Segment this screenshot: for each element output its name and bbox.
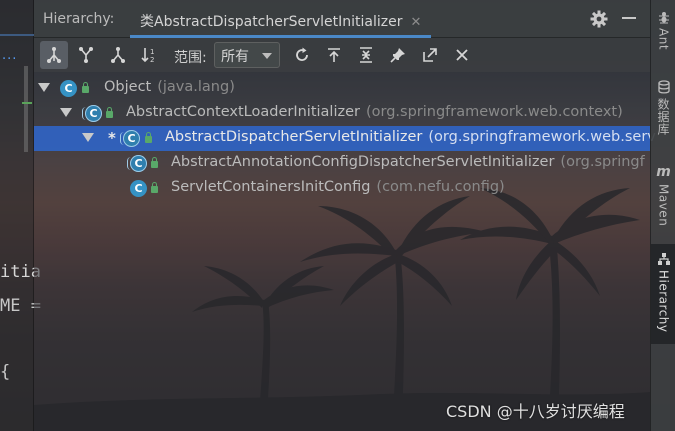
sidebar-tab-label: 数据库 bbox=[656, 98, 670, 136]
class-icon: C bbox=[60, 80, 77, 97]
right-tool-strip: Ant 数据库 m Maven Hierarchy bbox=[650, 0, 675, 431]
refresh-button[interactable] bbox=[288, 41, 316, 69]
sidebar-tab-database[interactable]: 数据库 bbox=[651, 80, 675, 150]
open-window-icon bbox=[423, 48, 437, 62]
pin-button[interactable] bbox=[384, 41, 412, 69]
supertypes-hierarchy-button[interactable] bbox=[72, 41, 100, 69]
scope-dropdown[interactable]: 所有 bbox=[214, 42, 280, 68]
editor-tab-underline bbox=[0, 34, 34, 36]
export-icon bbox=[328, 48, 340, 62]
expanded-arrow-icon[interactable] bbox=[60, 108, 72, 117]
tree-node-label: AbstractDispatcherServletInitializer (org… bbox=[165, 129, 656, 145]
class-name: Object bbox=[104, 79, 152, 95]
tool-window-title: Hierarchy: bbox=[43, 11, 115, 27]
tab-hierarchy-class[interactable]: 类AbstractDispatcherServletInitializer ✕ bbox=[130, 0, 432, 38]
sort-alphabetically-button[interactable]: 1 2 bbox=[136, 41, 164, 69]
class-name: AbstractDispatcherServletInitializer bbox=[165, 129, 423, 145]
svg-text:2: 2 bbox=[150, 56, 154, 64]
minimize-icon[interactable] bbox=[622, 17, 636, 19]
chevron-down-icon bbox=[262, 53, 272, 59]
gear-icon[interactable] bbox=[589, 9, 609, 29]
subtypes-hierarchy-button[interactable] bbox=[104, 41, 132, 69]
editor-tab-overflow[interactable]: ... bbox=[2, 48, 17, 63]
class-name: AbstractAnnotationConfigDispatcherServle… bbox=[171, 154, 555, 170]
refresh-icon bbox=[296, 47, 308, 61]
maven-icon: m bbox=[656, 164, 671, 180]
sort-icon: 1 2 bbox=[141, 48, 154, 64]
public-lock-icon bbox=[82, 82, 89, 93]
tree-row-annotation-config[interactable]: C AbstractAnnotationConfigDispatcherServ… bbox=[34, 151, 650, 176]
close-icon bbox=[456, 49, 468, 61]
tab-label: 类AbstractDispatcherServletInitializer bbox=[140, 14, 403, 30]
scope-label: 范围: bbox=[174, 50, 207, 66]
class-name: ServletContainersInitConfig bbox=[171, 179, 371, 195]
pin-icon bbox=[390, 48, 405, 63]
hierarchy-toolbar: 1 2 范围: 所有 bbox=[34, 38, 650, 72]
sidebar-tab-ant[interactable]: Ant bbox=[651, 10, 675, 68]
editor-change-marker bbox=[22, 102, 32, 104]
expanded-arrow-icon[interactable] bbox=[82, 133, 94, 142]
subtypes-icon bbox=[111, 47, 125, 63]
tree-row-context-loader[interactable]: C AbstractContextLoaderInitializer (org.s… bbox=[34, 101, 650, 126]
tree-row-servlet-init-config[interactable]: C ServletContainersInitConfig (com.nefu.c… bbox=[34, 176, 650, 201]
type-hierarchy-icon bbox=[47, 47, 61, 63]
sidebar-tab-maven[interactable]: m Maven bbox=[651, 164, 675, 234]
scope-value: 所有 bbox=[221, 49, 249, 65]
sidebar-tab-label: Ant bbox=[656, 28, 671, 51]
close-view-button[interactable] bbox=[448, 41, 476, 69]
hierarchy-tree: C Object (java.lang) C AbstractContextLoa… bbox=[34, 76, 656, 201]
package-name: (java.lang) bbox=[157, 79, 235, 95]
expanded-arrow-icon[interactable] bbox=[38, 83, 50, 92]
open-in-window-button[interactable] bbox=[416, 41, 444, 69]
sidebar-tab-label: Maven bbox=[656, 184, 671, 227]
tree-row-object[interactable]: C Object (java.lang) bbox=[34, 76, 650, 101]
public-lock-icon bbox=[106, 107, 113, 118]
package-name: (com.nefu.config) bbox=[376, 179, 505, 195]
package-name: (org.springframework.web.context) bbox=[365, 104, 623, 120]
tree-node-label: AbstractAnnotationConfigDispatcherServle… bbox=[171, 154, 645, 170]
database-icon bbox=[657, 80, 670, 94]
public-lock-icon bbox=[151, 157, 158, 168]
class-name: AbstractContextLoaderInitializer bbox=[126, 104, 360, 120]
package-name: (org.springf bbox=[560, 154, 645, 170]
class-icon: C bbox=[130, 180, 147, 197]
supertypes-icon bbox=[79, 47, 93, 63]
ant-icon bbox=[658, 12, 669, 24]
editor-scrollbar[interactable] bbox=[24, 66, 28, 152]
hierarchy-icon bbox=[657, 253, 670, 265]
watermark-text: CSDN @十八岁讨厌编程 bbox=[446, 402, 625, 421]
svg-text:1: 1 bbox=[150, 48, 154, 56]
close-icon[interactable]: ✕ bbox=[411, 15, 422, 30]
expand-all-button[interactable] bbox=[352, 41, 380, 69]
abstract-class-icon: C bbox=[120, 130, 140, 147]
sidebar-tab-label: Hierarchy bbox=[656, 270, 671, 333]
type-hierarchy-button[interactable] bbox=[40, 41, 68, 69]
hierarchy-tool-window: Hierarchy: 类AbstractDispatcherServletIni… bbox=[34, 0, 656, 431]
tree-node-label: ServletContainersInitConfig (com.nefu.con… bbox=[171, 179, 505, 195]
tree-node-label: AbstractContextLoaderInitializer (org.spr… bbox=[126, 104, 623, 120]
package-name: (org.springframework.web.serv bbox=[428, 129, 656, 145]
abstract-class-icon: C bbox=[82, 105, 102, 122]
tree-row-dispatcher-selected[interactable]: * C AbstractDispatcherServletInitializer… bbox=[34, 126, 656, 151]
export-button[interactable] bbox=[320, 41, 348, 69]
current-class-marker: * bbox=[108, 129, 116, 147]
code-line-fragment: { bbox=[0, 362, 11, 382]
public-lock-icon bbox=[151, 182, 158, 193]
public-lock-icon bbox=[145, 132, 152, 143]
expand-all-icon bbox=[360, 47, 372, 63]
tree-node-label: Object (java.lang) bbox=[104, 79, 235, 95]
tool-window-header: Hierarchy: 类AbstractDispatcherServletIni… bbox=[34, 0, 650, 38]
abstract-class-icon: C bbox=[127, 155, 147, 172]
sidebar-tab-hierarchy[interactable]: Hierarchy bbox=[651, 244, 675, 344]
